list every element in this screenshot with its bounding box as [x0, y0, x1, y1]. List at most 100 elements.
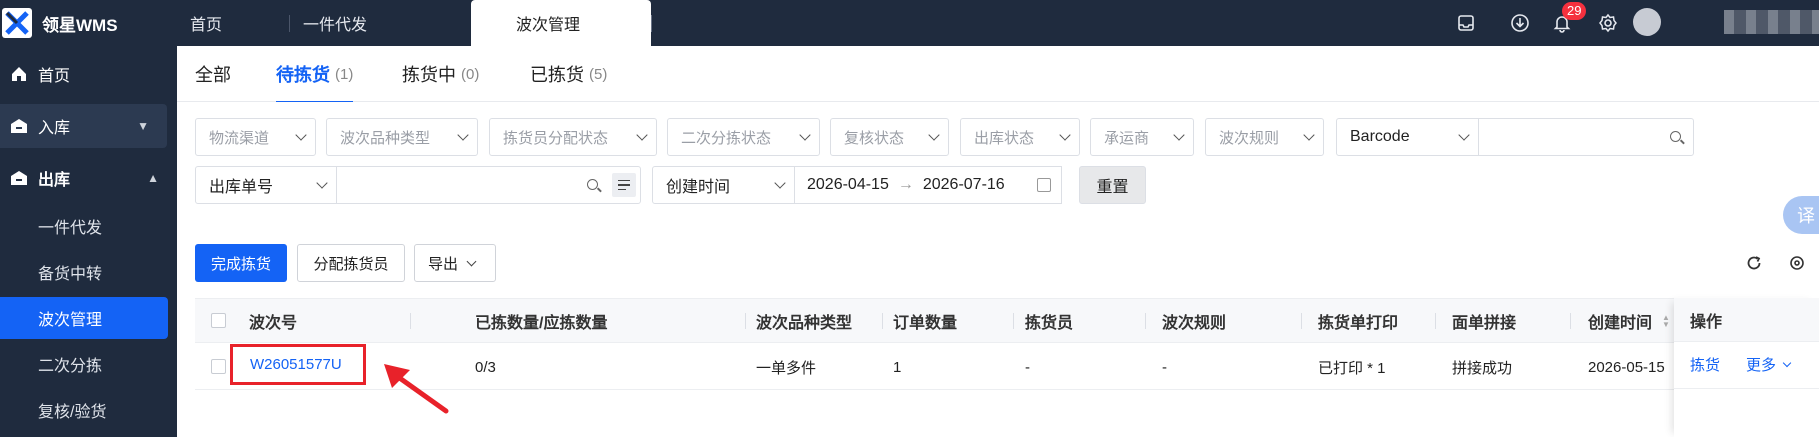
search-icon[interactable] [1670, 131, 1681, 142]
chevron-down-icon [1173, 129, 1185, 141]
tab-count: (5) [589, 65, 608, 83]
table-header [195, 299, 1819, 343]
batch-input-icon[interactable] [612, 173, 636, 197]
select-placeholder: 物流渠道 [209, 129, 270, 147]
select-placeholder: 拣货员分配状态 [503, 129, 609, 147]
top-tab-label: 波次管理 [516, 17, 581, 34]
chevron-down-icon [1059, 129, 1071, 141]
secondary-sort-status-select[interactable]: 二次分拣状态 [667, 118, 820, 156]
export-dropdown-button[interactable]: 导出 [414, 244, 496, 282]
app-logo[interactable]: 领星WMS [0, 0, 118, 46]
settings-icon[interactable] [1596, 11, 1620, 35]
complete-picking-button[interactable]: 完成拣货 [195, 244, 287, 282]
select-placeholder: 出库状态 [974, 129, 1035, 147]
date-end[interactable]: 2026-07-16 [923, 176, 1005, 194]
tab-divider [289, 15, 290, 32]
logistics-channel-select[interactable]: 物流渠道 [195, 118, 316, 156]
tab-to-pick[interactable]: 待拣货 (1) [276, 46, 354, 103]
select-placeholder: 二次分拣状态 [681, 129, 772, 147]
date-type-select[interactable]: 创建时间 [652, 166, 795, 204]
sidebar-item-secondary-sorting[interactable]: 二次分拣 [0, 343, 177, 385]
arrow-right-icon: → [897, 176, 914, 193]
col-header-label-splice: 面单拼接 [1452, 315, 1517, 332]
select-placeholder: 波次品种类型 [340, 129, 431, 147]
review-status-select[interactable]: 复核状态 [830, 118, 949, 156]
top-tab-dropship[interactable]: 一件代发 [303, 0, 367, 46]
sidebar-item-label: 出库 [38, 172, 71, 189]
operations-column: 操作 拣货 更多 [1674, 298, 1819, 437]
sidebar-item-dropship[interactable]: 一件代发 [0, 205, 177, 247]
date-range-picker[interactable]: 2026-04-15 → 2026-07-16 [794, 166, 1062, 204]
inbox-icon[interactable] [1454, 11, 1478, 35]
tab-label: 待拣货 [276, 65, 330, 85]
download-icon[interactable] [1508, 11, 1532, 35]
outbound-status-select[interactable]: 出库状态 [960, 118, 1080, 156]
top-tab-label: 一件代发 [303, 17, 368, 34]
sidebar-item-wave-management[interactable]: 波次管理 [0, 297, 168, 339]
sort-icon[interactable]: ▲ ▼ [1662, 314, 1670, 329]
home-icon [8, 65, 30, 83]
sidebar-item-stock-transfer[interactable]: 备货中转 [0, 251, 177, 293]
col-header-wave-no: 波次号 [249, 315, 298, 332]
sidebar-item-home[interactable]: 首页 [0, 52, 177, 96]
refresh-icon[interactable] [1745, 254, 1763, 272]
tab-divider [651, 15, 652, 32]
chevron-down-icon [636, 129, 648, 141]
col-header-picker: 拣货员 [1025, 315, 1074, 332]
sidebar-item-outbound[interactable]: 出库 ▲ [0, 156, 177, 200]
row-divider [1674, 388, 1819, 389]
column-settings-icon[interactable] [1788, 254, 1806, 272]
column-divider [1013, 313, 1014, 329]
chevron-down-icon [295, 129, 307, 141]
wave-number-link[interactable]: W26051577U [230, 344, 366, 385]
picker-assign-status-select[interactable]: 拣货员分配状态 [489, 118, 657, 156]
cell-label-splice: 拼接成功 [1452, 359, 1513, 377]
line-mark [618, 179, 630, 182]
barcode-search-input[interactable] [1478, 118, 1694, 156]
col-header-operations: 操作 [1674, 298, 1819, 342]
select-placeholder: 承运商 [1104, 129, 1150, 147]
chevron-down-icon [1458, 129, 1470, 141]
translate-button[interactable]: 译 [1783, 196, 1819, 234]
sidebar-item-label: 首页 [38, 68, 71, 85]
top-tab-label: 首页 [190, 17, 223, 34]
top-tab-wave-management[interactable]: 波次管理 [471, 0, 651, 46]
sidebar-item-review[interactable]: 复核/验货 [0, 389, 177, 431]
select-value: 创建时间 [666, 179, 731, 196]
user-name-blurred[interactable] [1724, 10, 1819, 34]
carrier-select[interactable]: 承运商 [1090, 118, 1194, 156]
pick-link[interactable]: 拣货 [1690, 354, 1720, 375]
col-header-wave-rule: 波次规则 [1162, 315, 1227, 332]
tab-picked[interactable]: 已拣货 (5) [530, 46, 607, 102]
calendar-icon [1037, 178, 1051, 192]
top-tab-home[interactable]: 首页 [190, 0, 222, 46]
more-dropdown[interactable]: 更多 [1746, 354, 1792, 375]
cell-created-time: 2026-05-15 [1588, 358, 1665, 376]
barcode-type-select[interactable]: Barcode [1336, 118, 1479, 156]
tab-label: 已拣货 [530, 65, 584, 85]
select-all-checkbox[interactable] [211, 313, 226, 328]
column-divider [1301, 313, 1302, 329]
wave-number[interactable]: W26051577U [250, 356, 342, 373]
wave-type-select[interactable]: 波次品种类型 [326, 118, 478, 156]
status-tabs: 全部 待拣货 (1) 拣货中 (0) 已拣货 (5) [177, 46, 1819, 103]
cell-wave-type: 一单多件 [756, 359, 817, 377]
tab-picking[interactable]: 拣货中 (0) [402, 46, 479, 102]
column-divider [1570, 313, 1571, 329]
reset-button[interactable]: 重置 [1079, 166, 1146, 204]
chevron-down-icon [1303, 129, 1315, 141]
cell-picked-qty: 0/3 [475, 358, 496, 376]
search-icon[interactable] [587, 179, 598, 190]
date-start[interactable]: 2026-04-15 [807, 176, 889, 194]
sidebar-item-inbound[interactable]: 入库 ▼ [0, 104, 167, 148]
avatar[interactable] [1633, 8, 1661, 36]
col-header-order-count: 订单数量 [893, 315, 958, 332]
order-type-select[interactable]: 出库单号 [195, 166, 337, 204]
assign-picker-button[interactable]: 分配拣货员 [297, 244, 405, 282]
tab-all[interactable]: 全部 [195, 46, 231, 102]
order-number-input[interactable] [336, 166, 641, 204]
column-divider [882, 313, 883, 329]
row-checkbox[interactable] [211, 359, 226, 374]
chevron-down-icon [316, 177, 328, 189]
wave-rule-select[interactable]: 波次规则 [1205, 118, 1324, 156]
